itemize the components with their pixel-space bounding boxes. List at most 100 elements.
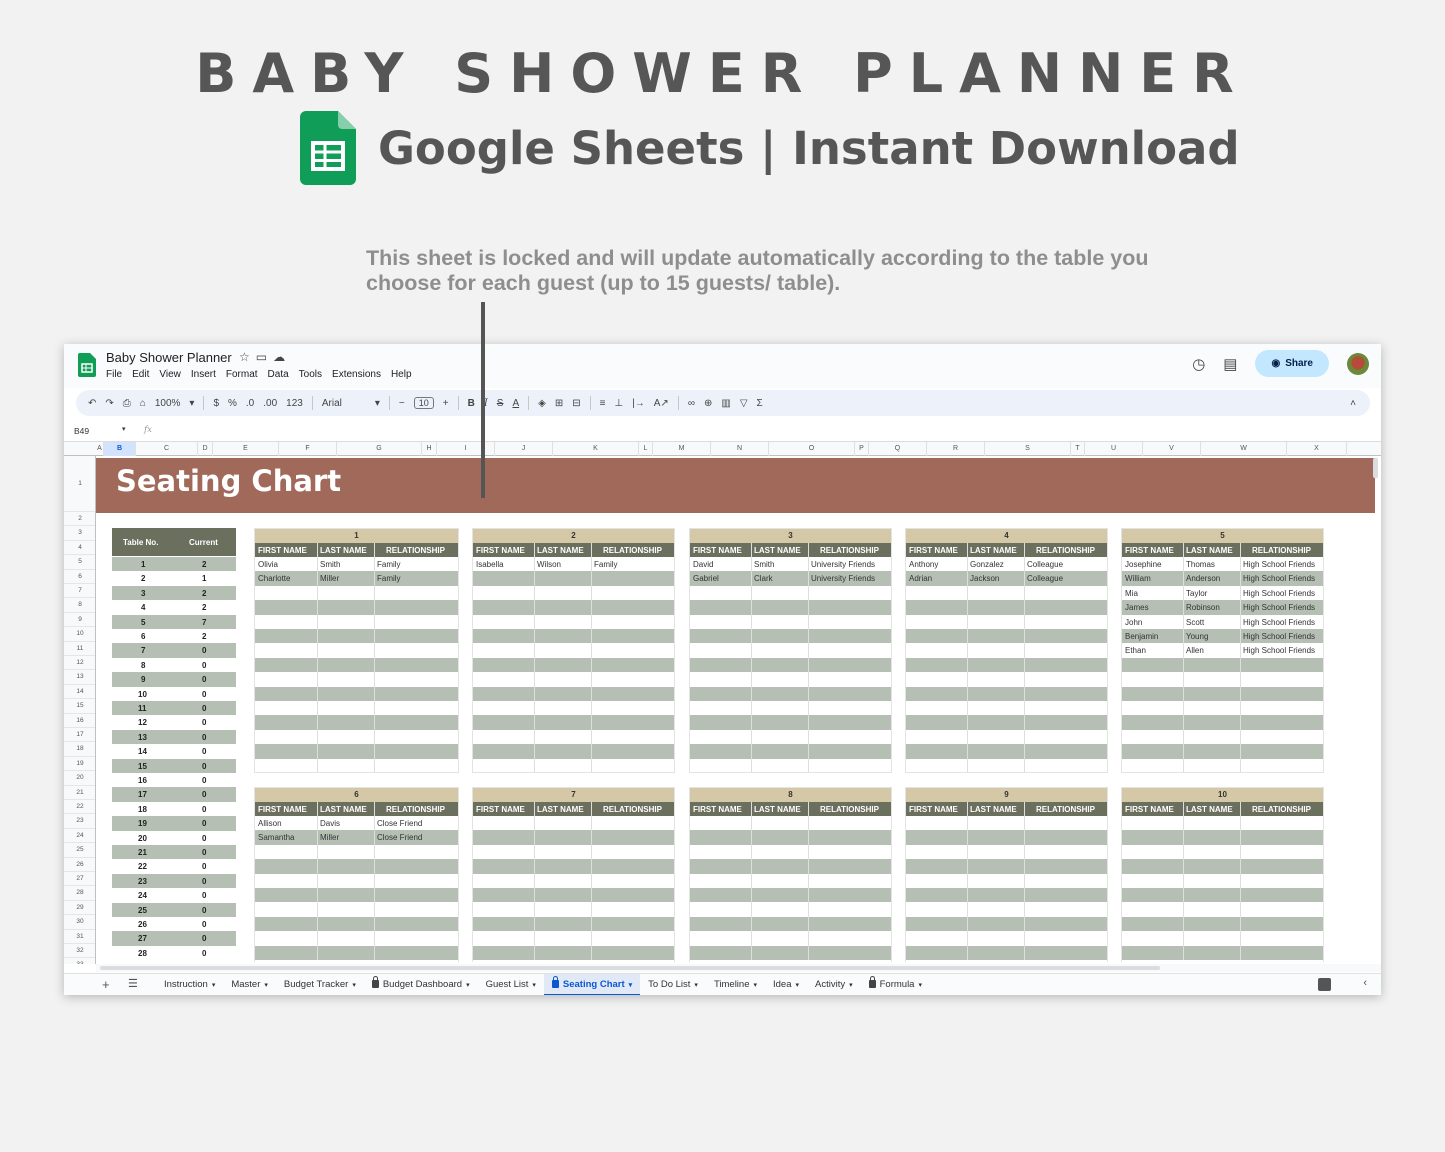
row-header-20[interactable]: 20	[64, 771, 95, 786]
decrease-decimal-button[interactable]: .0	[246, 398, 254, 409]
tab-timeline[interactable]: Timeline ▾	[706, 974, 765, 995]
redo-icon[interactable]: ↷	[105, 398, 113, 409]
relationship-cell[interactable]: University Friends	[811, 574, 875, 583]
collapse-icon[interactable]: ‹	[1363, 977, 1367, 989]
relationship-cell[interactable]: High School Friends	[1243, 574, 1315, 583]
guest-row[interactable]	[1122, 686, 1323, 701]
guest-row[interactable]	[690, 902, 891, 916]
relationship-cell[interactable]: Family	[594, 560, 618, 569]
guest-row[interactable]	[906, 615, 1107, 629]
table-number-cell[interactable]: 6	[141, 632, 145, 641]
column-header-p[interactable]: P	[855, 442, 869, 456]
last-name-cell[interactable]: Thomas	[1186, 560, 1215, 569]
guest-row[interactable]	[1122, 845, 1323, 859]
guest-row[interactable]	[473, 816, 674, 830]
row-header-32[interactable]: 32	[64, 944, 95, 959]
current-count-cell[interactable]: 0	[202, 848, 206, 857]
column-header-e[interactable]: E	[213, 442, 279, 456]
guest-row[interactable]	[255, 945, 458, 960]
guest-row[interactable]: James Robinson High School Friends	[1122, 600, 1323, 615]
guest-row[interactable]	[906, 701, 1107, 715]
chart-icon[interactable]: ▥	[721, 398, 730, 409]
current-count-cell[interactable]: 0	[202, 661, 206, 670]
guest-row[interactable]	[1122, 888, 1323, 903]
row-header-12[interactable]: 12	[64, 656, 95, 671]
guest-row[interactable]: Mia Taylor High School Friends	[1122, 586, 1323, 600]
increase-decimal-button[interactable]: .00	[263, 398, 277, 409]
menu-insert[interactable]: Insert	[191, 369, 216, 380]
borders-icon[interactable]: ⊞	[555, 398, 563, 409]
guest-row[interactable]	[690, 657, 891, 673]
first-name-cell[interactable]: Gabriel	[693, 574, 719, 583]
last-name-cell[interactable]: Robinson	[1186, 603, 1220, 612]
column-header-v[interactable]: V	[1143, 442, 1201, 456]
guest-row[interactable]	[690, 859, 891, 874]
guest-row[interactable]	[690, 629, 891, 644]
guest-row[interactable]	[1122, 830, 1323, 845]
tab-budget-tracker[interactable]: Budget Tracker ▾	[276, 974, 364, 995]
column-header-f[interactable]: F	[279, 442, 337, 456]
chevron-down-icon[interactable]: ▾	[189, 398, 194, 409]
guest-row[interactable]	[473, 874, 674, 888]
guest-row[interactable]: Olivia Smith Family	[255, 557, 458, 571]
link-icon[interactable]: ∞	[688, 398, 695, 409]
currency-format-button[interactable]: $	[213, 398, 219, 409]
menu-help[interactable]: Help	[391, 369, 412, 380]
guest-row[interactable]: Benjamin Young High School Friends	[1122, 629, 1323, 644]
column-header-o[interactable]: O	[769, 442, 855, 456]
table-number-cell[interactable]: 3	[141, 589, 145, 598]
chevron-down-icon[interactable]: ▾	[264, 982, 268, 989]
current-count-cell[interactable]: 2	[202, 632, 206, 641]
relationship-cell[interactable]: High School Friends	[1243, 560, 1315, 569]
first-name-cell[interactable]: Charlotte	[258, 574, 290, 583]
guest-row[interactable]	[473, 845, 674, 859]
first-name-cell[interactable]: Mia	[1125, 589, 1138, 598]
guest-row[interactable]	[906, 686, 1107, 701]
guest-row[interactable]	[906, 874, 1107, 888]
guest-row[interactable]	[906, 931, 1107, 945]
row-header-8[interactable]: 8	[64, 598, 95, 613]
row-header-14[interactable]: 14	[64, 685, 95, 700]
text-color-icon[interactable]: A	[512, 398, 519, 409]
row-header-15[interactable]: 15	[64, 699, 95, 714]
sheet-grid[interactable]: Seating Chart Table No. Current 12213242…	[96, 456, 1375, 962]
guest-row[interactable]: Ethan Allen High School Friends	[1122, 643, 1323, 657]
guest-row[interactable]: Gabriel Clark University Friends	[690, 571, 891, 586]
current-count-cell[interactable]: 2	[202, 560, 206, 569]
guest-row[interactable]	[473, 744, 674, 759]
wrap-icon[interactable]: |→	[632, 398, 645, 409]
table-number-cell[interactable]: 20	[138, 834, 147, 843]
column-header-d[interactable]: D	[198, 442, 213, 456]
chevron-down-icon[interactable]: ▾	[694, 982, 698, 989]
guest-row[interactable]	[473, 701, 674, 715]
share-button[interactable]: ◉ Share	[1255, 350, 1329, 377]
relationship-cell[interactable]: Family	[377, 574, 401, 583]
guest-row[interactable]	[906, 600, 1107, 615]
tab-formula[interactable]: Formula ▾	[861, 974, 930, 995]
guest-row[interactable]	[473, 902, 674, 916]
guest-row[interactable]	[690, 888, 891, 903]
tab-guest-list[interactable]: Guest List ▾	[478, 974, 544, 995]
relationship-cell[interactable]: High School Friends	[1243, 618, 1315, 627]
table-number-cell[interactable]: 19	[138, 819, 147, 828]
guest-row[interactable]	[690, 759, 891, 773]
rotate-icon[interactable]: A↗	[654, 398, 669, 409]
guest-row[interactable]	[906, 816, 1107, 830]
last-name-cell[interactable]: Wilson	[537, 560, 561, 569]
current-count-cell[interactable]: 0	[202, 920, 206, 929]
column-header-u[interactable]: U	[1085, 442, 1143, 456]
guest-row[interactable]	[255, 672, 458, 686]
guest-row[interactable]: Adrian Jackson Colleague	[906, 571, 1107, 586]
guest-row[interactable]	[473, 672, 674, 686]
column-header-b[interactable]: B	[104, 442, 136, 456]
menu-format[interactable]: Format	[226, 369, 258, 380]
current-count-cell[interactable]: 0	[202, 891, 206, 900]
table-number-cell[interactable]: 1	[141, 560, 145, 569]
guest-row[interactable]	[255, 657, 458, 673]
row-header-24[interactable]: 24	[64, 829, 95, 844]
table-number-cell[interactable]: 13	[138, 733, 147, 742]
chevron-down-icon[interactable]: ▾	[629, 982, 633, 989]
current-count-cell[interactable]: 0	[202, 762, 206, 771]
function-icon[interactable]: Σ	[757, 398, 763, 409]
current-count-cell[interactable]: 0	[202, 776, 206, 785]
